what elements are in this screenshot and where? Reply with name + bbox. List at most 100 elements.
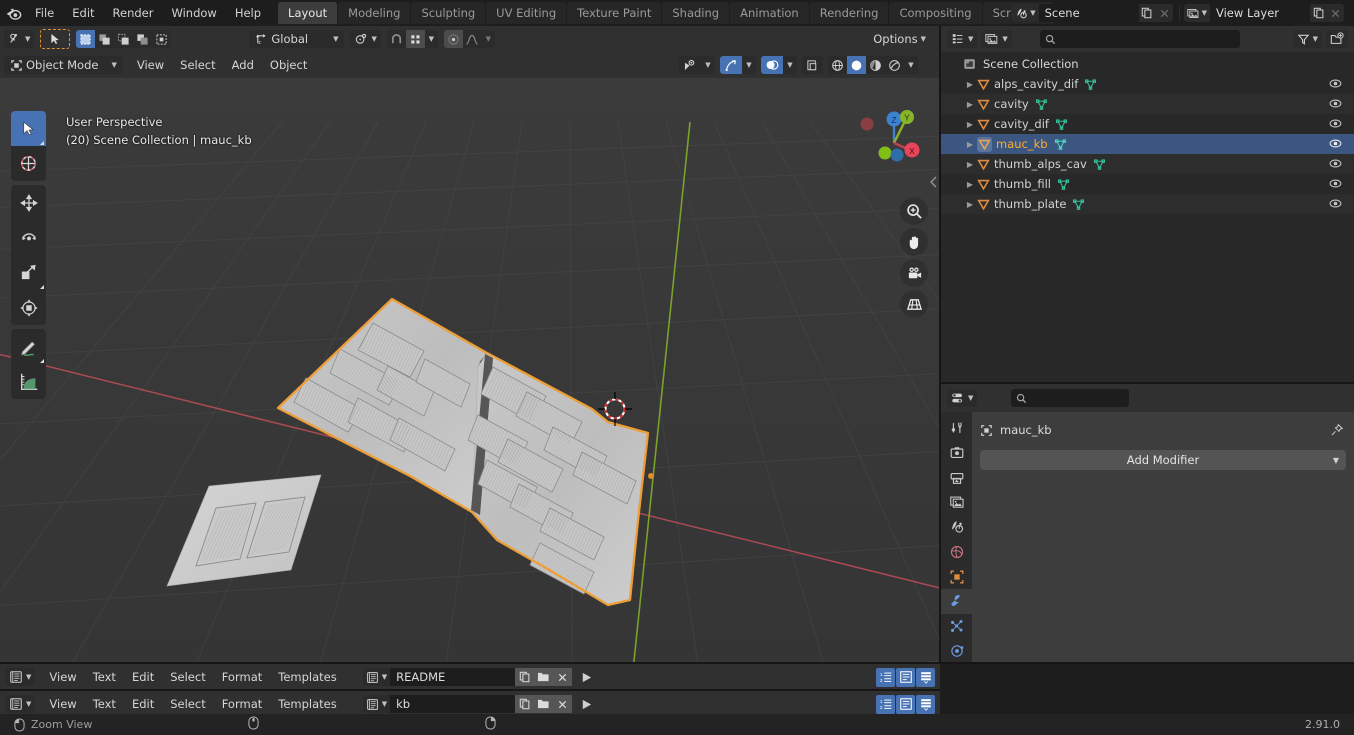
region-divider-vertical[interactable]: [939, 26, 941, 663]
material-preview-shading-icon[interactable]: [866, 56, 885, 74]
select-subtract-icon[interactable]: [114, 30, 133, 48]
text-menu-templates-2[interactable]: Templates: [270, 695, 344, 713]
view-layer-tab[interactable]: [941, 490, 972, 515]
menu-help[interactable]: Help: [226, 0, 270, 26]
visibility-eye-icon[interactable]: [1329, 97, 1342, 113]
tab-texture-paint[interactable]: Texture Paint: [567, 2, 662, 24]
disclosure-triangle-icon[interactable]: ▶: [963, 180, 977, 189]
physics-tab[interactable]: [941, 638, 972, 663]
select-extend-icon[interactable]: [95, 30, 114, 48]
word-wrap-toggle-2[interactable]: [896, 694, 915, 714]
mesh-data-icon[interactable]: [1057, 178, 1070, 191]
unlink-text-icon-1[interactable]: [553, 668, 573, 686]
viewlayer-datablock[interactable]: ▼ View Layer: [1183, 4, 1344, 22]
text-menu-text-1[interactable]: Text: [85, 668, 124, 686]
text-menu-view-2[interactable]: View: [41, 695, 84, 713]
solid-shading-icon[interactable]: [847, 56, 866, 74]
annotate-tool[interactable]: [11, 329, 46, 364]
visibility-eye-icon[interactable]: [1329, 137, 1342, 153]
text-datablock-selector-1[interactable]: ▼: [362, 668, 391, 686]
move-tool[interactable]: [11, 185, 46, 220]
disclosure-triangle-icon[interactable]: ▶: [963, 200, 977, 209]
viewlayer-name[interactable]: View Layer: [1210, 4, 1310, 22]
text-editor-type-selector-1[interactable]: ▼: [5, 668, 36, 686]
outliner-editor-type-selector[interactable]: ▼: [947, 30, 978, 48]
blender-logo-icon[interactable]: [0, 0, 26, 26]
syntax-highlight-toggle-2[interactable]: [916, 694, 935, 714]
tab-sculpting[interactable]: Sculpting: [411, 2, 486, 24]
pin-icon[interactable]: [1330, 423, 1344, 437]
unlink-text-icon-2[interactable]: [553, 695, 573, 713]
scene-tab[interactable]: [941, 515, 972, 540]
visibility-eye-icon[interactable]: [1329, 77, 1342, 93]
scene-icon[interactable]: ▼: [1012, 4, 1039, 22]
visibility-icon[interactable]: [679, 56, 701, 74]
render-tab[interactable]: [941, 441, 972, 466]
disclosure-triangle-icon[interactable]: ▶: [963, 80, 977, 89]
unlink-scene-icon[interactable]: [1156, 4, 1173, 22]
outliner-row-alps-cavity-dif[interactable]: ▶ alps_cavity_dif: [941, 74, 1354, 94]
mesh-data-icon[interactable]: [1054, 138, 1067, 151]
text-menu-select-2[interactable]: Select: [162, 695, 213, 713]
menu-edit[interactable]: Edit: [63, 0, 103, 26]
proportional-edit-icon[interactable]: [443, 30, 463, 48]
tab-modeling[interactable]: Modeling: [338, 2, 411, 24]
new-text-icon-1[interactable]: [515, 668, 535, 686]
visibility-eye-icon[interactable]: [1329, 197, 1342, 213]
viewport-menu-object[interactable]: Object: [262, 56, 315, 74]
text-menu-format-1[interactable]: Format: [214, 668, 271, 686]
visibility-eye-icon[interactable]: [1329, 177, 1342, 193]
run-script-button-2[interactable]: [577, 695, 596, 713]
viewport-canvas[interactable]: User Perspective (20) Scene Collection |…: [0, 78, 940, 663]
text-editor-type-selector-2[interactable]: ▼: [5, 695, 36, 713]
tab-compositing[interactable]: Compositing: [889, 2, 982, 24]
tab-uv-editing[interactable]: UV Editing: [486, 2, 567, 24]
scene-name[interactable]: Scene: [1038, 4, 1139, 22]
modifier-tab[interactable]: [941, 588, 972, 614]
outliner-row-thumb-alps-cav[interactable]: ▶ thumb_alps_cav: [941, 154, 1354, 174]
outliner-search-input[interactable]: [1040, 30, 1241, 48]
new-viewlayer-icon[interactable]: [1310, 4, 1327, 22]
text-menu-view-1[interactable]: View: [41, 668, 84, 686]
disclosure-triangle-icon[interactable]: ▶: [963, 120, 977, 129]
syntax-highlight-toggle-1[interactable]: [916, 667, 935, 687]
open-text-icon-2[interactable]: [534, 695, 554, 713]
wireframe-shading-icon[interactable]: [828, 56, 847, 74]
pivot-point-selector[interactable]: ▼: [350, 30, 381, 48]
region-divider-text-editors[interactable]: [0, 689, 940, 691]
tweak-tool-button[interactable]: [40, 29, 71, 49]
particles-tab[interactable]: [941, 614, 972, 639]
new-text-icon-2[interactable]: [515, 695, 535, 713]
view-layer-icon[interactable]: ▼: [1183, 4, 1210, 22]
falloff-chevron-icon[interactable]: ▼: [481, 30, 495, 48]
cursor-tool[interactable]: [11, 146, 46, 181]
select-invert-icon[interactable]: [133, 30, 152, 48]
hand-icon[interactable]: [900, 228, 928, 256]
viewport-menu-view[interactable]: View: [129, 56, 172, 74]
tab-rendering[interactable]: Rendering: [809, 2, 889, 24]
menu-file[interactable]: File: [26, 0, 63, 26]
remove-viewlayer-icon[interactable]: [1327, 4, 1344, 22]
world-tab[interactable]: [941, 540, 972, 565]
disclosure-triangle-icon[interactable]: ▶: [963, 100, 977, 109]
mesh-data-icon[interactable]: [1035, 98, 1048, 111]
outliner-row-thumb-fill[interactable]: ▶ thumb_fill: [941, 174, 1354, 194]
text-filename-field-2[interactable]: kb: [390, 695, 516, 713]
falloff-icon[interactable]: [462, 30, 482, 48]
scale-tool[interactable]: [11, 255, 46, 290]
run-script-button-1[interactable]: [577, 668, 596, 686]
outliner-row-mauc-kb[interactable]: ▶ mauc_kb: [941, 134, 1354, 154]
measure-tool[interactable]: [11, 364, 46, 399]
text-filename-field-1[interactable]: README: [390, 668, 516, 686]
viewport-options-button[interactable]: Options ▼: [867, 30, 932, 48]
editor-type-selector[interactable]: ▼: [4, 30, 35, 48]
object-mode-selector[interactable]: Object Mode ▼: [4, 56, 123, 74]
outliner-filter-button[interactable]: ▼: [1292, 30, 1322, 48]
menu-render[interactable]: Render: [104, 0, 163, 26]
mesh-data-icon[interactable]: [1072, 198, 1085, 211]
gizmo-icon[interactable]: [720, 56, 742, 74]
text-menu-text-2[interactable]: Text: [85, 695, 124, 713]
disclosure-triangle-icon[interactable]: ▶: [963, 140, 977, 149]
navigation-gizmo[interactable]: Z Y X: [849, 98, 927, 174]
text-menu-format-2[interactable]: Format: [214, 695, 271, 713]
